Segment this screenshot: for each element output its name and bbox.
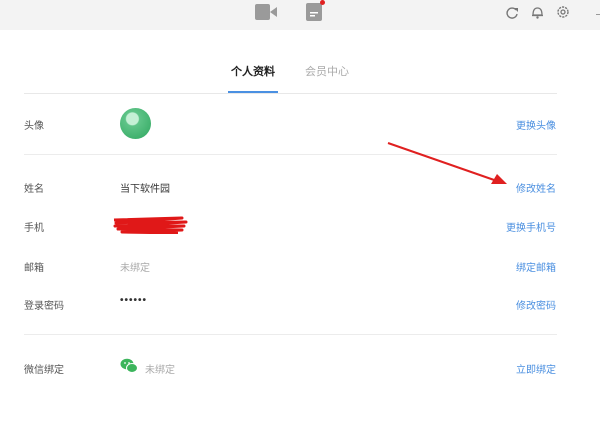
tab-member-center[interactable]: 会员中心 — [305, 63, 349, 79]
wechat-label: 微信绑定 — [24, 365, 64, 376]
document-icon[interactable] — [306, 3, 322, 21]
bind-email-link[interactable]: 绑定邮箱 — [516, 259, 556, 274]
tabs-divider — [24, 93, 557, 94]
email-label: 邮箱 — [24, 263, 44, 274]
video-icon[interactable] — [255, 4, 277, 20]
phone-label: 手机 — [24, 223, 44, 234]
change-phone-link[interactable]: 更换手机号 — [506, 219, 556, 234]
name-value: 当下软件园 — [120, 184, 170, 195]
window-edge-dash — [596, 14, 600, 15]
notification-dot — [320, 0, 325, 5]
bell-icon[interactable] — [531, 5, 544, 19]
change-password-link[interactable]: 修改密码 — [516, 297, 556, 312]
wechat-icon — [120, 358, 138, 373]
top-toolbar — [0, 0, 600, 30]
section-divider — [24, 334, 557, 335]
password-value: •••••• — [120, 295, 148, 306]
annotation-arrow — [387, 142, 507, 184]
sync-icon[interactable] — [505, 5, 519, 19]
edit-name-link[interactable]: 修改姓名 — [516, 180, 556, 195]
bind-wechat-link[interactable]: 立即绑定 — [516, 361, 556, 376]
wechat-value: 未绑定 — [145, 365, 175, 376]
avatar — [120, 108, 151, 139]
avatar-label: 头像 — [24, 121, 44, 132]
gear-icon[interactable] — [556, 5, 570, 19]
email-value: 未绑定 — [120, 263, 150, 274]
change-avatar-link[interactable]: 更换头像 — [516, 117, 556, 132]
password-label: 登录密码 — [24, 301, 64, 312]
tab-profile[interactable]: 个人资料 — [231, 63, 275, 79]
redacted-phone-scribble — [113, 216, 188, 234]
name-label: 姓名 — [24, 184, 44, 195]
